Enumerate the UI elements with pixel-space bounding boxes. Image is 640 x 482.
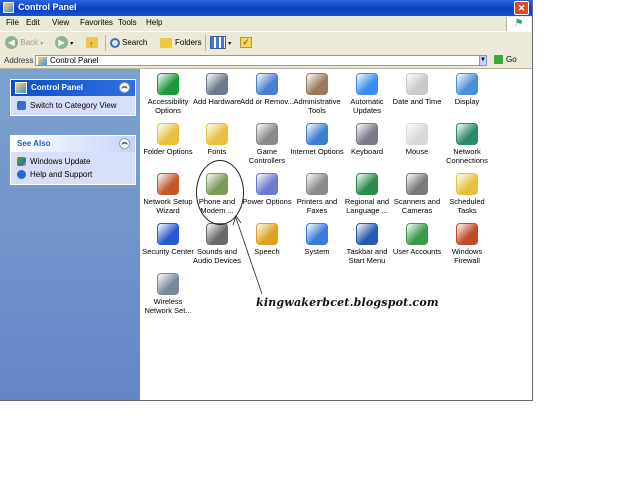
annotation-arrow	[232, 215, 263, 295]
watermark-text: kingwakerbcet.blogspot.com	[256, 296, 439, 309]
